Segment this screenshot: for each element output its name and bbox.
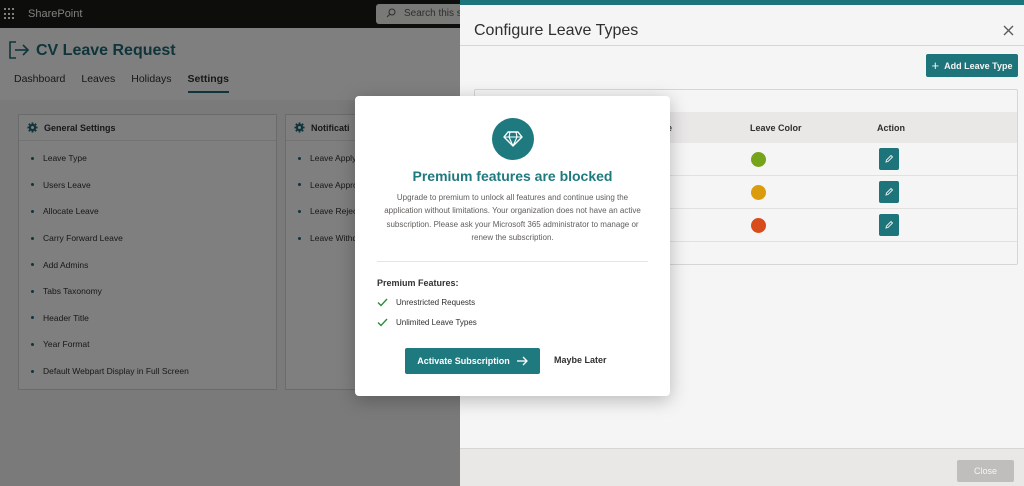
- button-label: Activate Subscription: [417, 356, 510, 366]
- premium-blocked-dialog: Premium features are blocked Upgrade to …: [355, 96, 670, 396]
- maybe-later-button[interactable]: Maybe Later: [554, 355, 607, 365]
- feature-label: Unrestricted Requests: [396, 298, 476, 307]
- check-icon: [377, 298, 388, 307]
- feature-label: Unlimited Leave Types: [396, 318, 477, 327]
- feature-item: Unlimited Leave Types: [377, 318, 477, 327]
- dialog-description: Upgrade to premium to unlock all feature…: [384, 193, 641, 242]
- activate-subscription-button[interactable]: Activate Subscription: [405, 348, 540, 374]
- check-icon: [377, 318, 388, 327]
- features-heading: Premium Features:: [377, 278, 459, 288]
- dialog-title: Premium features are blocked: [412, 168, 613, 184]
- diamond-icon: [492, 118, 534, 160]
- arrow-right-icon: [516, 356, 528, 366]
- divider: [377, 261, 648, 262]
- feature-item: Unrestricted Requests: [377, 298, 475, 307]
